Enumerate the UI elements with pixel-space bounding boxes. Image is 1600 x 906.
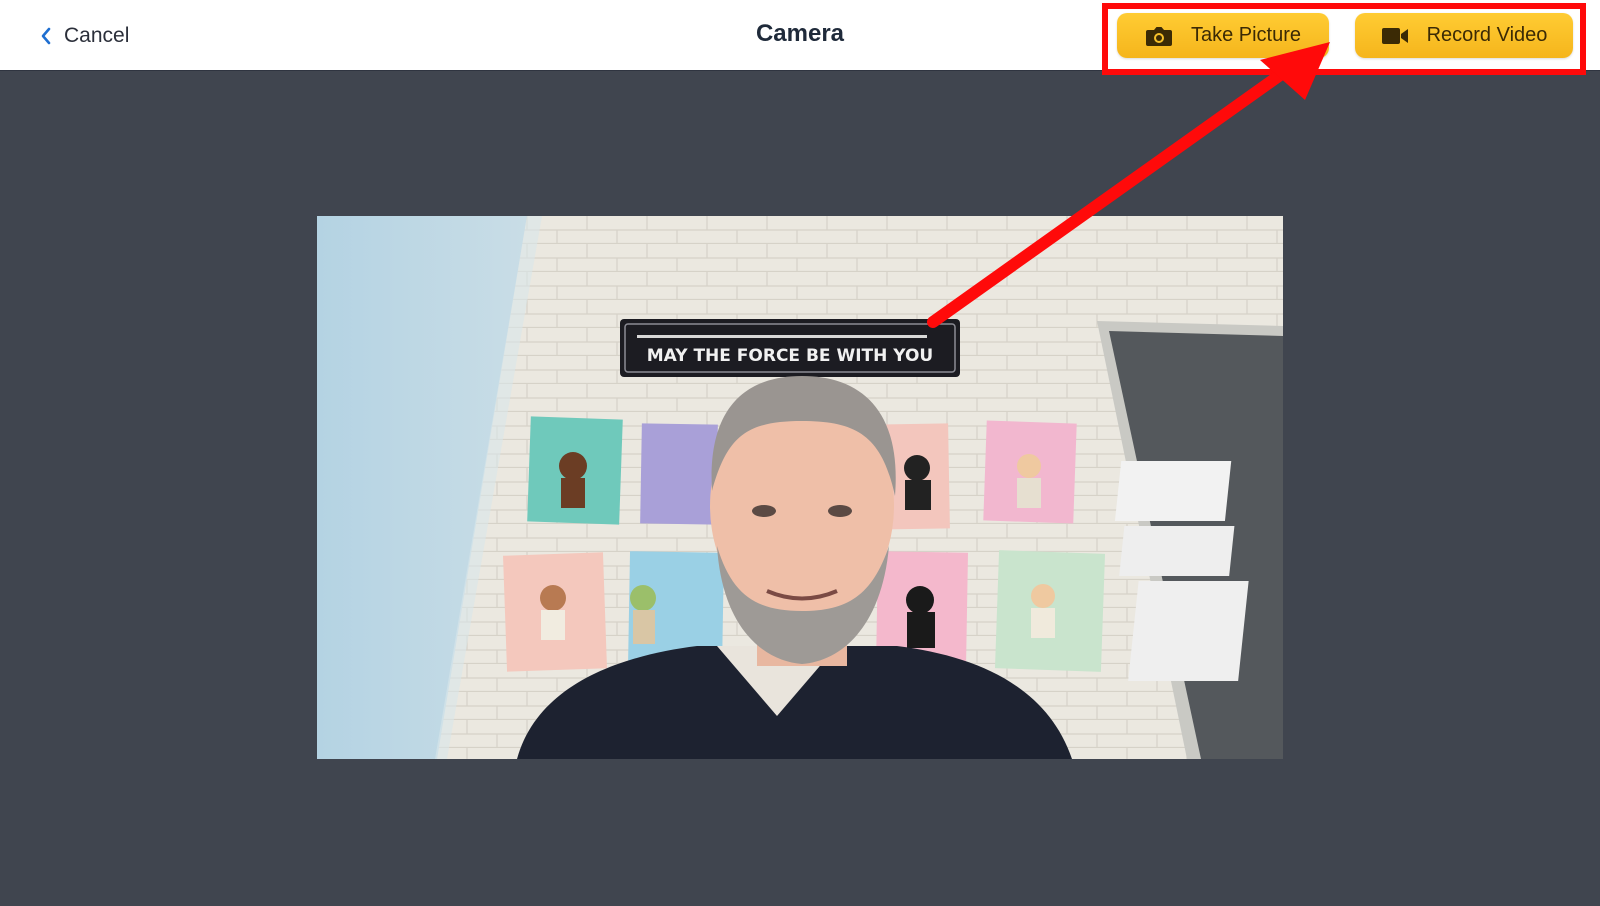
top-bar: Cancel Camera Take Picture Record Video bbox=[0, 0, 1600, 71]
record-video-button[interactable]: Record Video bbox=[1355, 13, 1573, 58]
camera-icon bbox=[1145, 26, 1172, 46]
sign-text: MAY THE FORCE BE WITH YOU bbox=[647, 346, 933, 366]
record-video-label: Record Video bbox=[1426, 24, 1548, 46]
take-picture-button[interactable]: Take Picture bbox=[1117, 13, 1329, 58]
camera-feed-image: MAY THE FORCE BE WITH YOU bbox=[317, 216, 1283, 759]
camera-preview: MAY THE FORCE BE WITH YOU bbox=[317, 216, 1283, 759]
video-camera-icon bbox=[1381, 27, 1408, 44]
take-picture-label: Take Picture bbox=[1190, 24, 1302, 46]
